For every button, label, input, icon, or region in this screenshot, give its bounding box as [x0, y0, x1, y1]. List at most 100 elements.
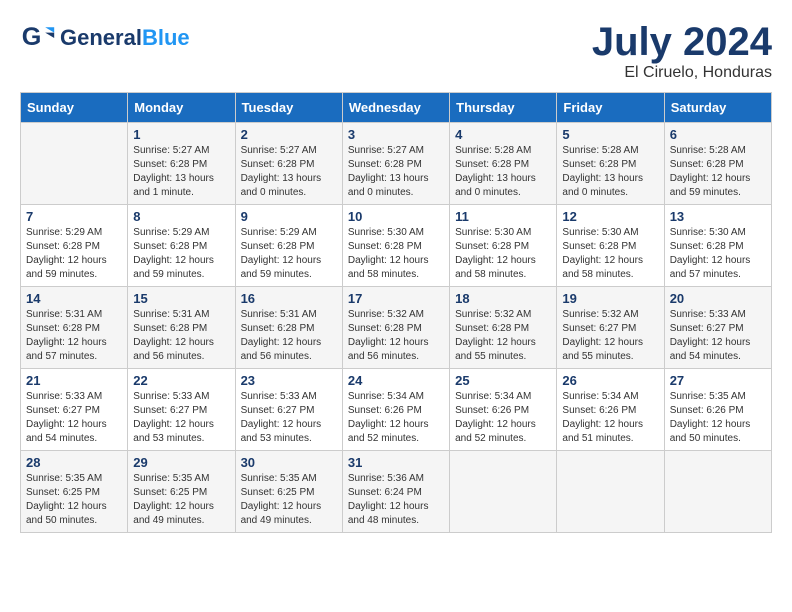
calendar-week-4: 21Sunrise: 5:33 AM Sunset: 6:27 PM Dayli…: [21, 369, 772, 451]
calendar-cell: 2 Sunrise: 5:27 AM Sunset: 6:28 PM Daylig…: [235, 123, 342, 205]
day-number: 30: [241, 455, 337, 470]
calendar-cell: 5 Sunrise: 5:28 AM Sunset: 6:28 PM Daylig…: [557, 123, 664, 205]
day-info: Sunrise: 5:30 AM Sunset: 6:28 PM Dayligh…: [348, 226, 444, 282]
day-info: Sunrise: 5:33 AM Sunset: 6:27 PM Dayligh…: [670, 308, 766, 364]
calendar-cell: 9 Sunrise: 5:29 AM Sunset: 6:28 PM Daylig…: [235, 205, 342, 287]
page-header: G GeneralBlue July 2024 El Ciruelo, Hond…: [20, 20, 772, 82]
day-info: Sunrise: 5:31 AM Sunset: 6:28 PM Dayligh…: [133, 308, 229, 364]
day-info: Sunrise: 5:33 AM Sunset: 6:27 PM Dayligh…: [133, 390, 229, 446]
day-number: 28: [26, 455, 122, 470]
day-number: 4: [455, 127, 551, 142]
day-info: Sunrise: 5:28 AM Sunset: 6:28 PM Dayligh…: [670, 144, 766, 200]
calendar-cell: 16 Sunrise: 5:31 AM Sunset: 6:28 PM Dayli…: [235, 287, 342, 369]
logo: G GeneralBlue: [20, 20, 190, 56]
calendar-table: SundayMondayTuesdayWednesdayThursdayFrid…: [20, 92, 772, 533]
day-info: Sunrise: 5:32 AM Sunset: 6:28 PM Dayligh…: [455, 308, 551, 364]
day-info: Sunrise: 5:35 AM Sunset: 6:25 PM Dayligh…: [26, 472, 122, 528]
calendar-cell: 30 Sunrise: 5:35 AM Sunset: 6:25 PM Dayli…: [235, 451, 342, 533]
day-info: Sunrise: 5:31 AM Sunset: 6:28 PM Dayligh…: [241, 308, 337, 364]
day-number: 7: [26, 209, 122, 224]
calendar-cell: 31 Sunrise: 5:36 AM Sunset: 6:24 PM Dayli…: [342, 451, 449, 533]
calendar-cell: 26 Sunrise: 5:34 AM Sunset: 6:26 PM Dayli…: [557, 369, 664, 451]
calendar-cell: 3 Sunrise: 5:27 AM Sunset: 6:28 PM Daylig…: [342, 123, 449, 205]
day-number: 9: [241, 209, 337, 224]
day-info: Sunrise: 5:29 AM Sunset: 6:28 PM Dayligh…: [26, 226, 122, 282]
day-info: Sunrise: 5:27 AM Sunset: 6:28 PM Dayligh…: [241, 144, 337, 200]
calendar-week-1: 1 Sunrise: 5:27 AM Sunset: 6:28 PM Daylig…: [21, 123, 772, 205]
day-info: Sunrise: 5:28 AM Sunset: 6:28 PM Dayligh…: [455, 144, 551, 200]
day-info: Sunrise: 5:32 AM Sunset: 6:28 PM Dayligh…: [348, 308, 444, 364]
calendar-cell: 21Sunrise: 5:33 AM Sunset: 6:27 PM Dayli…: [21, 369, 128, 451]
svg-text:G: G: [22, 23, 42, 51]
calendar-cell: 13 Sunrise: 5:30 AM Sunset: 6:28 PM Dayli…: [664, 205, 771, 287]
calendar-cell: 4 Sunrise: 5:28 AM Sunset: 6:28 PM Daylig…: [450, 123, 557, 205]
calendar-week-3: 14Sunrise: 5:31 AM Sunset: 6:28 PM Dayli…: [21, 287, 772, 369]
location: El Ciruelo, Honduras: [592, 64, 772, 82]
day-info: Sunrise: 5:32 AM Sunset: 6:27 PM Dayligh…: [562, 308, 658, 364]
day-info: Sunrise: 5:30 AM Sunset: 6:28 PM Dayligh…: [455, 226, 551, 282]
calendar-cell: 12Sunrise: 5:30 AM Sunset: 6:28 PM Dayli…: [557, 205, 664, 287]
weekday-header-monday: Monday: [128, 93, 235, 123]
day-info: Sunrise: 5:28 AM Sunset: 6:28 PM Dayligh…: [562, 144, 658, 200]
calendar-cell: 22 Sunrise: 5:33 AM Sunset: 6:27 PM Dayli…: [128, 369, 235, 451]
day-number: 23: [241, 373, 337, 388]
day-number: 8: [133, 209, 229, 224]
day-info: Sunrise: 5:30 AM Sunset: 6:28 PM Dayligh…: [670, 226, 766, 282]
day-info: Sunrise: 5:35 AM Sunset: 6:25 PM Dayligh…: [241, 472, 337, 528]
day-info: Sunrise: 5:27 AM Sunset: 6:28 PM Dayligh…: [133, 144, 229, 200]
calendar-cell: 29Sunrise: 5:35 AM Sunset: 6:25 PM Dayli…: [128, 451, 235, 533]
calendar-cell: 8 Sunrise: 5:29 AM Sunset: 6:28 PM Daylig…: [128, 205, 235, 287]
weekday-header-row: SundayMondayTuesdayWednesdayThursdayFrid…: [21, 93, 772, 123]
day-info: Sunrise: 5:27 AM Sunset: 6:28 PM Dayligh…: [348, 144, 444, 200]
day-number: 31: [348, 455, 444, 470]
day-number: 13: [670, 209, 766, 224]
calendar-cell: 27Sunrise: 5:35 AM Sunset: 6:26 PM Dayli…: [664, 369, 771, 451]
calendar-cell: 23Sunrise: 5:33 AM Sunset: 6:27 PM Dayli…: [235, 369, 342, 451]
calendar-cell: 7 Sunrise: 5:29 AM Sunset: 6:28 PM Daylig…: [21, 205, 128, 287]
day-number: 16: [241, 291, 337, 306]
logo-blue: Blue: [142, 25, 190, 50]
calendar-cell: [450, 451, 557, 533]
day-number: 26: [562, 373, 658, 388]
day-number: 22: [133, 373, 229, 388]
day-number: 29: [133, 455, 229, 470]
calendar-cell: 28 Sunrise: 5:35 AM Sunset: 6:25 PM Dayli…: [21, 451, 128, 533]
day-info: Sunrise: 5:36 AM Sunset: 6:24 PM Dayligh…: [348, 472, 444, 528]
calendar-week-5: 28 Sunrise: 5:35 AM Sunset: 6:25 PM Dayli…: [21, 451, 772, 533]
day-number: 15: [133, 291, 229, 306]
day-number: 5: [562, 127, 658, 142]
calendar-cell: 17 Sunrise: 5:32 AM Sunset: 6:28 PM Dayli…: [342, 287, 449, 369]
day-number: 2: [241, 127, 337, 142]
day-number: 19: [562, 291, 658, 306]
calendar-cell: [664, 451, 771, 533]
day-info: Sunrise: 5:34 AM Sunset: 6:26 PM Dayligh…: [348, 390, 444, 446]
day-number: 11: [455, 209, 551, 224]
calendar-cell: [557, 451, 664, 533]
month-title: July 2024: [592, 20, 772, 64]
day-info: Sunrise: 5:35 AM Sunset: 6:26 PM Dayligh…: [670, 390, 766, 446]
logo-general: General: [60, 25, 142, 50]
calendar-cell: 20 Sunrise: 5:33 AM Sunset: 6:27 PM Dayli…: [664, 287, 771, 369]
calendar-cell: 25Sunrise: 5:34 AM Sunset: 6:26 PM Dayli…: [450, 369, 557, 451]
calendar-cell: 15 Sunrise: 5:31 AM Sunset: 6:28 PM Dayli…: [128, 287, 235, 369]
day-number: 24: [348, 373, 444, 388]
calendar-cell: 14Sunrise: 5:31 AM Sunset: 6:28 PM Dayli…: [21, 287, 128, 369]
calendar-week-2: 7 Sunrise: 5:29 AM Sunset: 6:28 PM Daylig…: [21, 205, 772, 287]
day-info: Sunrise: 5:31 AM Sunset: 6:28 PM Dayligh…: [26, 308, 122, 364]
day-number: 17: [348, 291, 444, 306]
day-info: Sunrise: 5:29 AM Sunset: 6:28 PM Dayligh…: [241, 226, 337, 282]
calendar-cell: 19 Sunrise: 5:32 AM Sunset: 6:27 PM Dayli…: [557, 287, 664, 369]
calendar-cell: 1 Sunrise: 5:27 AM Sunset: 6:28 PM Daylig…: [128, 123, 235, 205]
day-number: 1: [133, 127, 229, 142]
weekday-header-wednesday: Wednesday: [342, 93, 449, 123]
calendar-cell: 10Sunrise: 5:30 AM Sunset: 6:28 PM Dayli…: [342, 205, 449, 287]
day-number: 20: [670, 291, 766, 306]
day-info: Sunrise: 5:30 AM Sunset: 6:28 PM Dayligh…: [562, 226, 658, 282]
calendar-cell: 24 Sunrise: 5:34 AM Sunset: 6:26 PM Dayli…: [342, 369, 449, 451]
day-number: 18: [455, 291, 551, 306]
day-number: 3: [348, 127, 444, 142]
day-info: Sunrise: 5:34 AM Sunset: 6:26 PM Dayligh…: [562, 390, 658, 446]
title-area: July 2024 El Ciruelo, Honduras: [592, 20, 772, 82]
weekday-header-sunday: Sunday: [21, 93, 128, 123]
day-info: Sunrise: 5:29 AM Sunset: 6:28 PM Dayligh…: [133, 226, 229, 282]
